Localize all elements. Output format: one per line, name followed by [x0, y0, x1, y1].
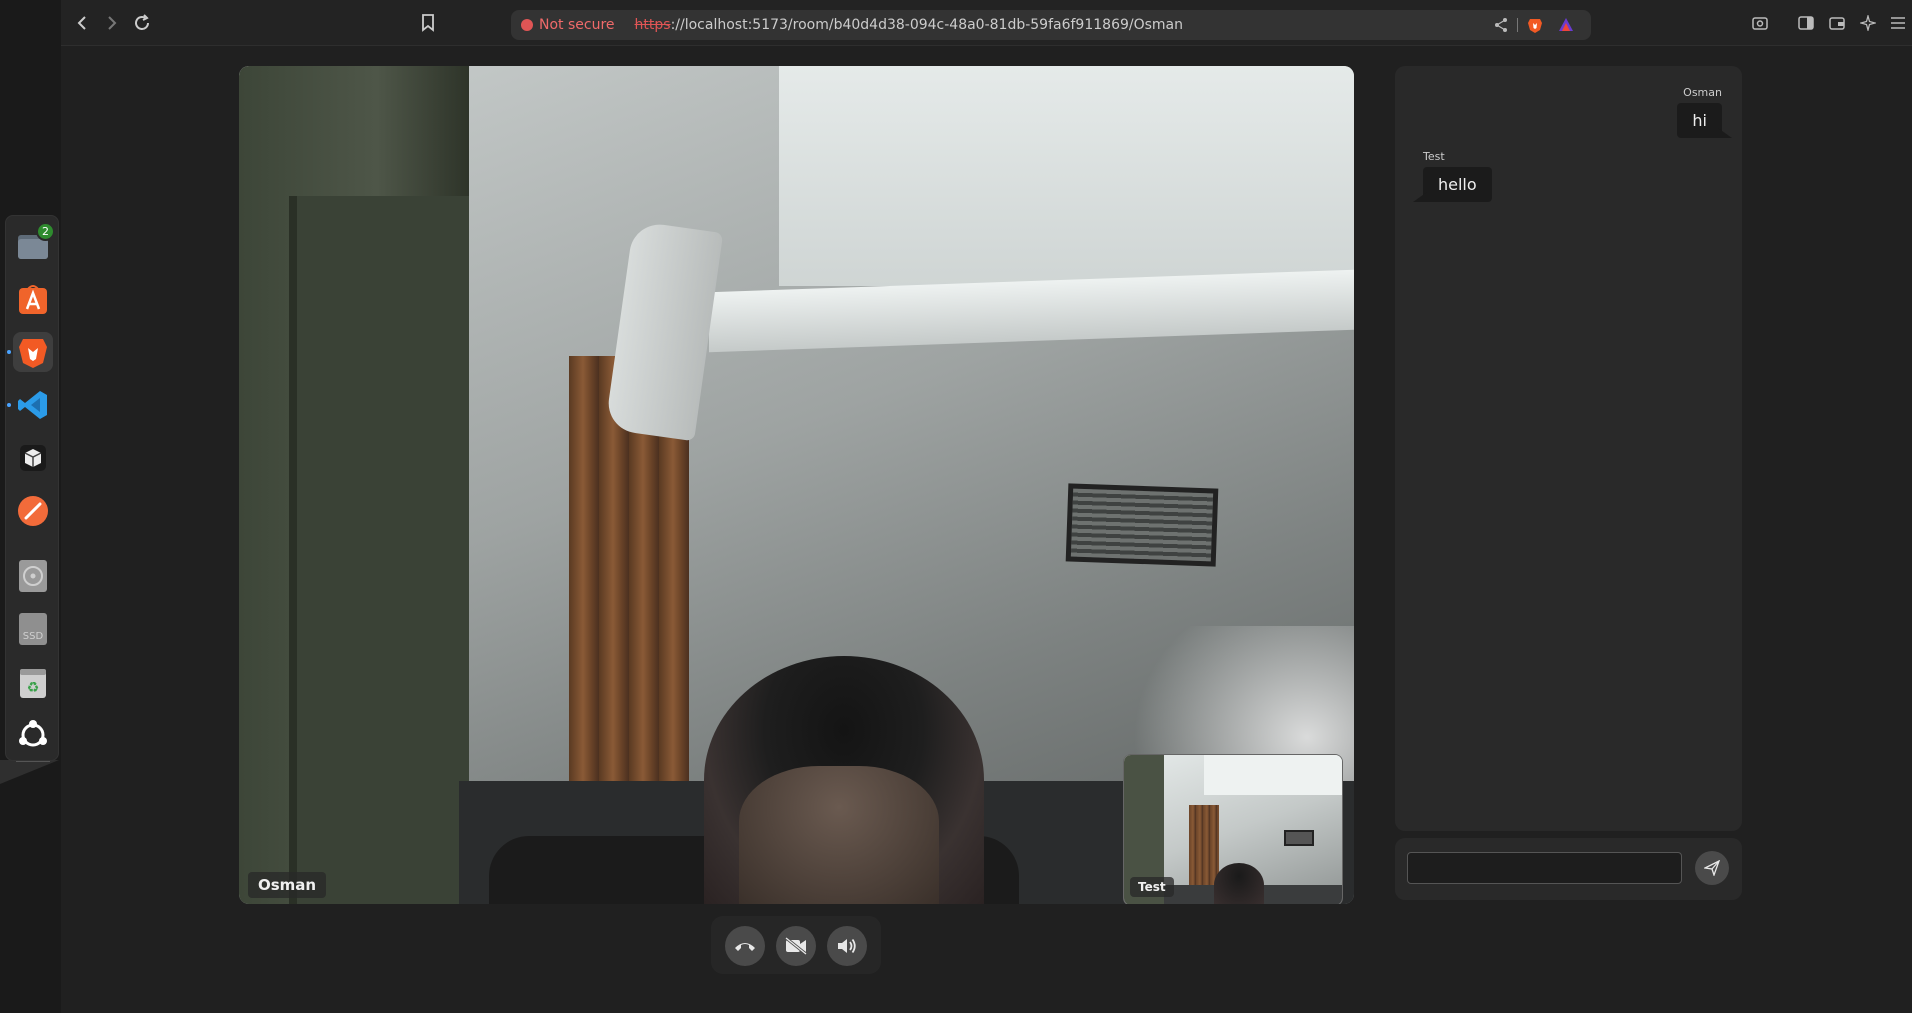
toggle-audio-button[interactable]: [827, 926, 867, 966]
sidebar-toggle-button[interactable]: [1797, 14, 1815, 32]
app-dock: 2 SSD ♻: [5, 215, 59, 762]
video-frame-face: [739, 766, 939, 904]
url-protocol: https: [634, 17, 671, 33]
reload-icon: [135, 14, 149, 30]
dock-item-brave[interactable]: [7, 332, 53, 372]
vscode-icon: [18, 391, 47, 419]
postman-icon: [18, 496, 48, 526]
remote-video: Osman Test: [239, 66, 1354, 904]
hang-up-button[interactable]: [725, 926, 765, 966]
brave-lion-icon: [19, 339, 47, 368]
reload-button[interactable]: [131, 12, 153, 34]
chat-message-sender: Test: [1423, 150, 1445, 163]
ssd-icon: SSD: [19, 613, 47, 645]
disc-icon: [19, 560, 47, 592]
chat-message-bubble: hi: [1677, 103, 1732, 138]
trash-icon: ♻: [20, 669, 46, 698]
ssd-label: SSD: [23, 631, 44, 642]
dock-item-postman[interactable]: [13, 491, 53, 531]
dock-item-ssd[interactable]: SSD: [13, 609, 53, 649]
bookmark-icon: [422, 14, 434, 32]
chat-messages-panel: Osman hi Test hello: [1395, 66, 1742, 831]
speaker-icon: [838, 938, 856, 954]
dock-separator: [16, 761, 50, 762]
security-status[interactable]: Not secure: [539, 17, 615, 33]
chat-message: Osman hi: [1677, 86, 1732, 138]
chat-message-input[interactable]: [1407, 852, 1682, 884]
insecure-warning-icon: [521, 19, 533, 31]
dock-item-disc[interactable]: [13, 556, 53, 596]
back-arrow-icon: [77, 16, 86, 30]
url-path: ://localhost:5173/room/b40d4d38-094c-48a…: [670, 17, 1183, 33]
chat-composer: [1395, 838, 1742, 900]
chat-message-sender: Osman: [1683, 86, 1722, 99]
address-bar[interactable]: Not secure https://localhost:5173/room/b…: [511, 10, 1591, 40]
remote-name-tag: Osman: [248, 872, 327, 898]
share-icon[interactable]: [1493, 17, 1509, 33]
dock-item-vscode[interactable]: [7, 385, 53, 425]
pip-frame-ceiling: [1204, 755, 1342, 795]
toggle-camera-button[interactable]: [776, 926, 816, 966]
send-icon: [1704, 860, 1720, 876]
url-divider: [1517, 18, 1518, 32]
screenshot-button[interactable]: [1751, 14, 1769, 32]
menu-button[interactable]: [1889, 14, 1907, 32]
forward-button[interactable]: [101, 12, 123, 34]
send-message-button[interactable]: [1695, 851, 1729, 885]
app-center-icon: [19, 285, 47, 314]
ubuntu-icon: [19, 720, 47, 747]
sidebar-icon: [1798, 16, 1814, 30]
video-off-icon: [785, 937, 807, 955]
local-name-tag: Test: [1130, 877, 1174, 897]
active-indicator: [7, 350, 11, 354]
forward-arrow-icon: [108, 16, 117, 30]
page-content: Osman Test Osman hi Test hello: [61, 46, 1912, 1013]
dock-item-ubuntu[interactable]: [13, 715, 53, 755]
video-frame-ceiling: [779, 66, 1354, 286]
dock-item-app-center[interactable]: [13, 279, 53, 319]
svg-text:♻: ♻: [27, 680, 40, 696]
camera-frame-icon: [1752, 17, 1768, 30]
notification-badge: 2: [36, 222, 55, 241]
browser-toolbar: Not secure https://localhost:5173/room/b…: [61, 0, 1912, 46]
back-button[interactable]: [71, 12, 93, 34]
chat-message: Test hello: [1413, 150, 1492, 202]
running-indicator: [7, 403, 11, 407]
brave-rewards-icon[interactable]: [1558, 17, 1574, 33]
bookmark-button[interactable]: [417, 12, 439, 34]
dock-item-trash[interactable]: ♻: [13, 662, 53, 702]
dock-item-files[interactable]: 2: [13, 222, 55, 266]
video-frame-doorframe: [289, 196, 469, 904]
wallet-icon: [1829, 17, 1845, 30]
hamburger-menu-icon: [1891, 17, 1905, 29]
pip-frame-vent: [1284, 830, 1314, 846]
chat-message-bubble: hello: [1413, 167, 1492, 202]
wallet-button[interactable]: [1828, 14, 1846, 32]
dock-item-box-app[interactable]: [13, 438, 53, 478]
pip-frame-head: [1214, 863, 1264, 904]
phone-hangup-icon: [735, 943, 755, 951]
video-frame-vent: [1065, 483, 1219, 567]
local-video-pip[interactable]: Test: [1123, 754, 1343, 904]
box-icon: [20, 445, 46, 471]
call-controls: [711, 916, 881, 974]
sparkle-icon: [1860, 15, 1876, 31]
dock-tail: [0, 760, 59, 784]
leo-ai-button[interactable]: [1859, 14, 1877, 32]
brave-shields-icon[interactable]: [1527, 17, 1543, 33]
